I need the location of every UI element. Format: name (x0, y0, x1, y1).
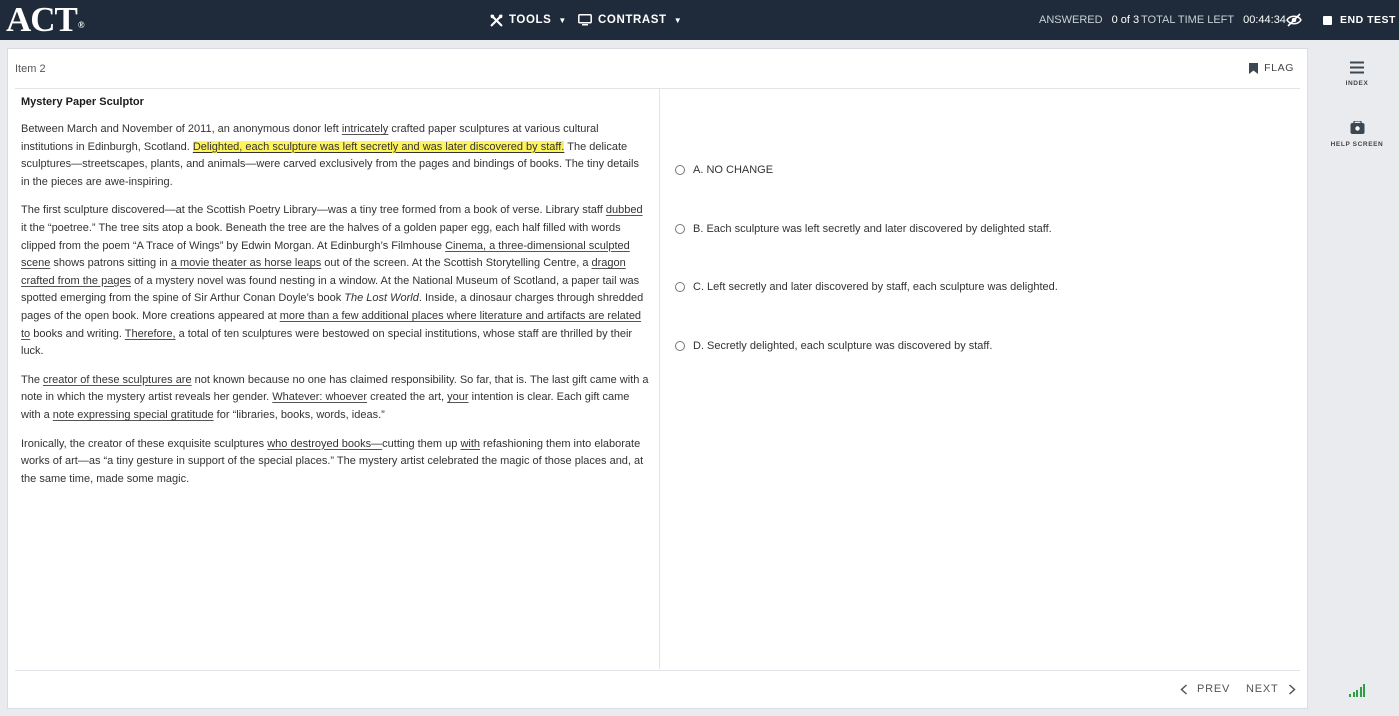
underlined-portion[interactable]: dubbed (606, 204, 643, 216)
contrast-label: CONTRAST (598, 14, 667, 26)
passage-title: Mystery Paper Sculptor (21, 96, 144, 108)
radio-button[interactable] (675, 165, 685, 175)
book-title: The Lost World (344, 292, 419, 305)
act-logo: ACT® (6, 0, 85, 39)
next-button[interactable]: NEXT (1246, 683, 1296, 695)
underlined-portion[interactable]: creator of these sculptures are (43, 374, 192, 386)
help-label: HELP SCREEN (1330, 141, 1384, 148)
answer-options: A. NO CHANGE B. Each sculpture was left … (675, 162, 1058, 396)
option-label: C. Left secretly and later discovered by… (693, 281, 1058, 293)
tools-icon (490, 14, 503, 26)
paragraph-1: Between March and November of 2011, an a… (21, 123, 639, 188)
chevron-down-icon: ▼ (673, 15, 683, 25)
tools-menu[interactable]: TOOLS ▼ (490, 0, 567, 40)
time-label: TOTAL TIME LEFT (1141, 14, 1235, 26)
help-screen-button[interactable]: HELP SCREEN (1320, 121, 1394, 148)
tools-label: TOOLS (509, 14, 552, 26)
chevron-left-icon (1180, 683, 1188, 695)
end-test-button[interactable]: END TEST (1323, 0, 1396, 40)
radio-button[interactable] (675, 340, 685, 351)
prev-label: PREV (1197, 683, 1231, 695)
underlined-portion[interactable]: note expressing special gratitude (53, 409, 214, 421)
signal-icon (1349, 684, 1365, 697)
option-b[interactable]: B. Each sculpture was left secretly and … (675, 221, 1058, 237)
hide-eye-icon[interactable] (1286, 12, 1302, 28)
highlighted-question-portion[interactable]: Delighted, each sculpture was left secre… (192, 140, 565, 153)
divider (15, 88, 1300, 89)
contrast-menu[interactable]: CONTRAST ▼ (578, 0, 682, 40)
answered-value: 0 of 3 (1111, 14, 1140, 26)
radio-button[interactable] (675, 223, 685, 234)
time-status: TOTAL TIME LEFT 00:44:34 (1141, 0, 1286, 40)
index-button[interactable]: INDEX (1320, 61, 1394, 87)
flag-icon (1249, 62, 1259, 74)
end-test-label: END TEST (1340, 14, 1396, 26)
top-bar: ACT® TOOLS ▼ CONTRAST ▼ ANSWERED 0 of 3 … (0, 0, 1399, 40)
underlined-portion[interactable]: your (447, 391, 468, 403)
paragraph-4: Ironically, the creator of these exquisi… (21, 437, 644, 485)
underlined-portion[interactable]: who destroyed books— (267, 438, 382, 450)
divider (15, 670, 1300, 671)
menu-icon (1350, 61, 1364, 74)
question-panel: Item 2 FLAG Mystery Paper Sculptor Betwe… (7, 48, 1308, 709)
option-d[interactable]: D. Secretly delighted, each sculpture wa… (675, 338, 1058, 354)
option-a[interactable]: A. NO CHANGE (675, 162, 1058, 178)
flag-label: FLAG (1264, 62, 1294, 74)
index-label: INDEX (1345, 80, 1369, 87)
option-label: A. NO CHANGE (693, 164, 774, 176)
answered-label: ANSWERED (1039, 14, 1103, 26)
passage: Mystery Paper Sculptor Between March and… (21, 94, 649, 499)
underlined-portion[interactable]: with (460, 438, 480, 450)
flag-button[interactable]: FLAG (1249, 62, 1294, 74)
prev-button[interactable]: PREV (1180, 683, 1230, 695)
answered-status: ANSWERED 0 of 3 (1039, 0, 1139, 40)
column-divider (659, 88, 660, 669)
next-label: NEXT (1246, 683, 1279, 695)
option-label: B. Each sculpture was left secretly and … (693, 222, 1052, 235)
option-c[interactable]: C. Left secretly and later discovered by… (675, 279, 1058, 295)
monitor-icon (578, 14, 592, 26)
option-label: D. Secretly delighted, each sculpture wa… (693, 339, 993, 352)
time-value: 00:44:34 (1243, 14, 1286, 26)
chevron-down-icon: ▼ (558, 15, 567, 25)
underlined-portion[interactable]: a movie theater as horse leaps (171, 257, 321, 269)
chevron-right-icon (1288, 683, 1296, 695)
underlined-portion[interactable]: intricately (342, 123, 388, 135)
paragraph-2: The first sculpture discovered—at the Sc… (21, 204, 644, 358)
radio-button[interactable] (675, 282, 685, 292)
underlined-portion[interactable]: Therefore, (125, 328, 176, 340)
end-test-icon (1323, 15, 1332, 25)
paragraph-3: The creator of these sculptures are not … (21, 373, 649, 421)
underlined-portion[interactable]: Whatever: whoever (272, 391, 367, 403)
item-number: Item 2 (15, 63, 46, 75)
help-icon (1350, 121, 1364, 134)
